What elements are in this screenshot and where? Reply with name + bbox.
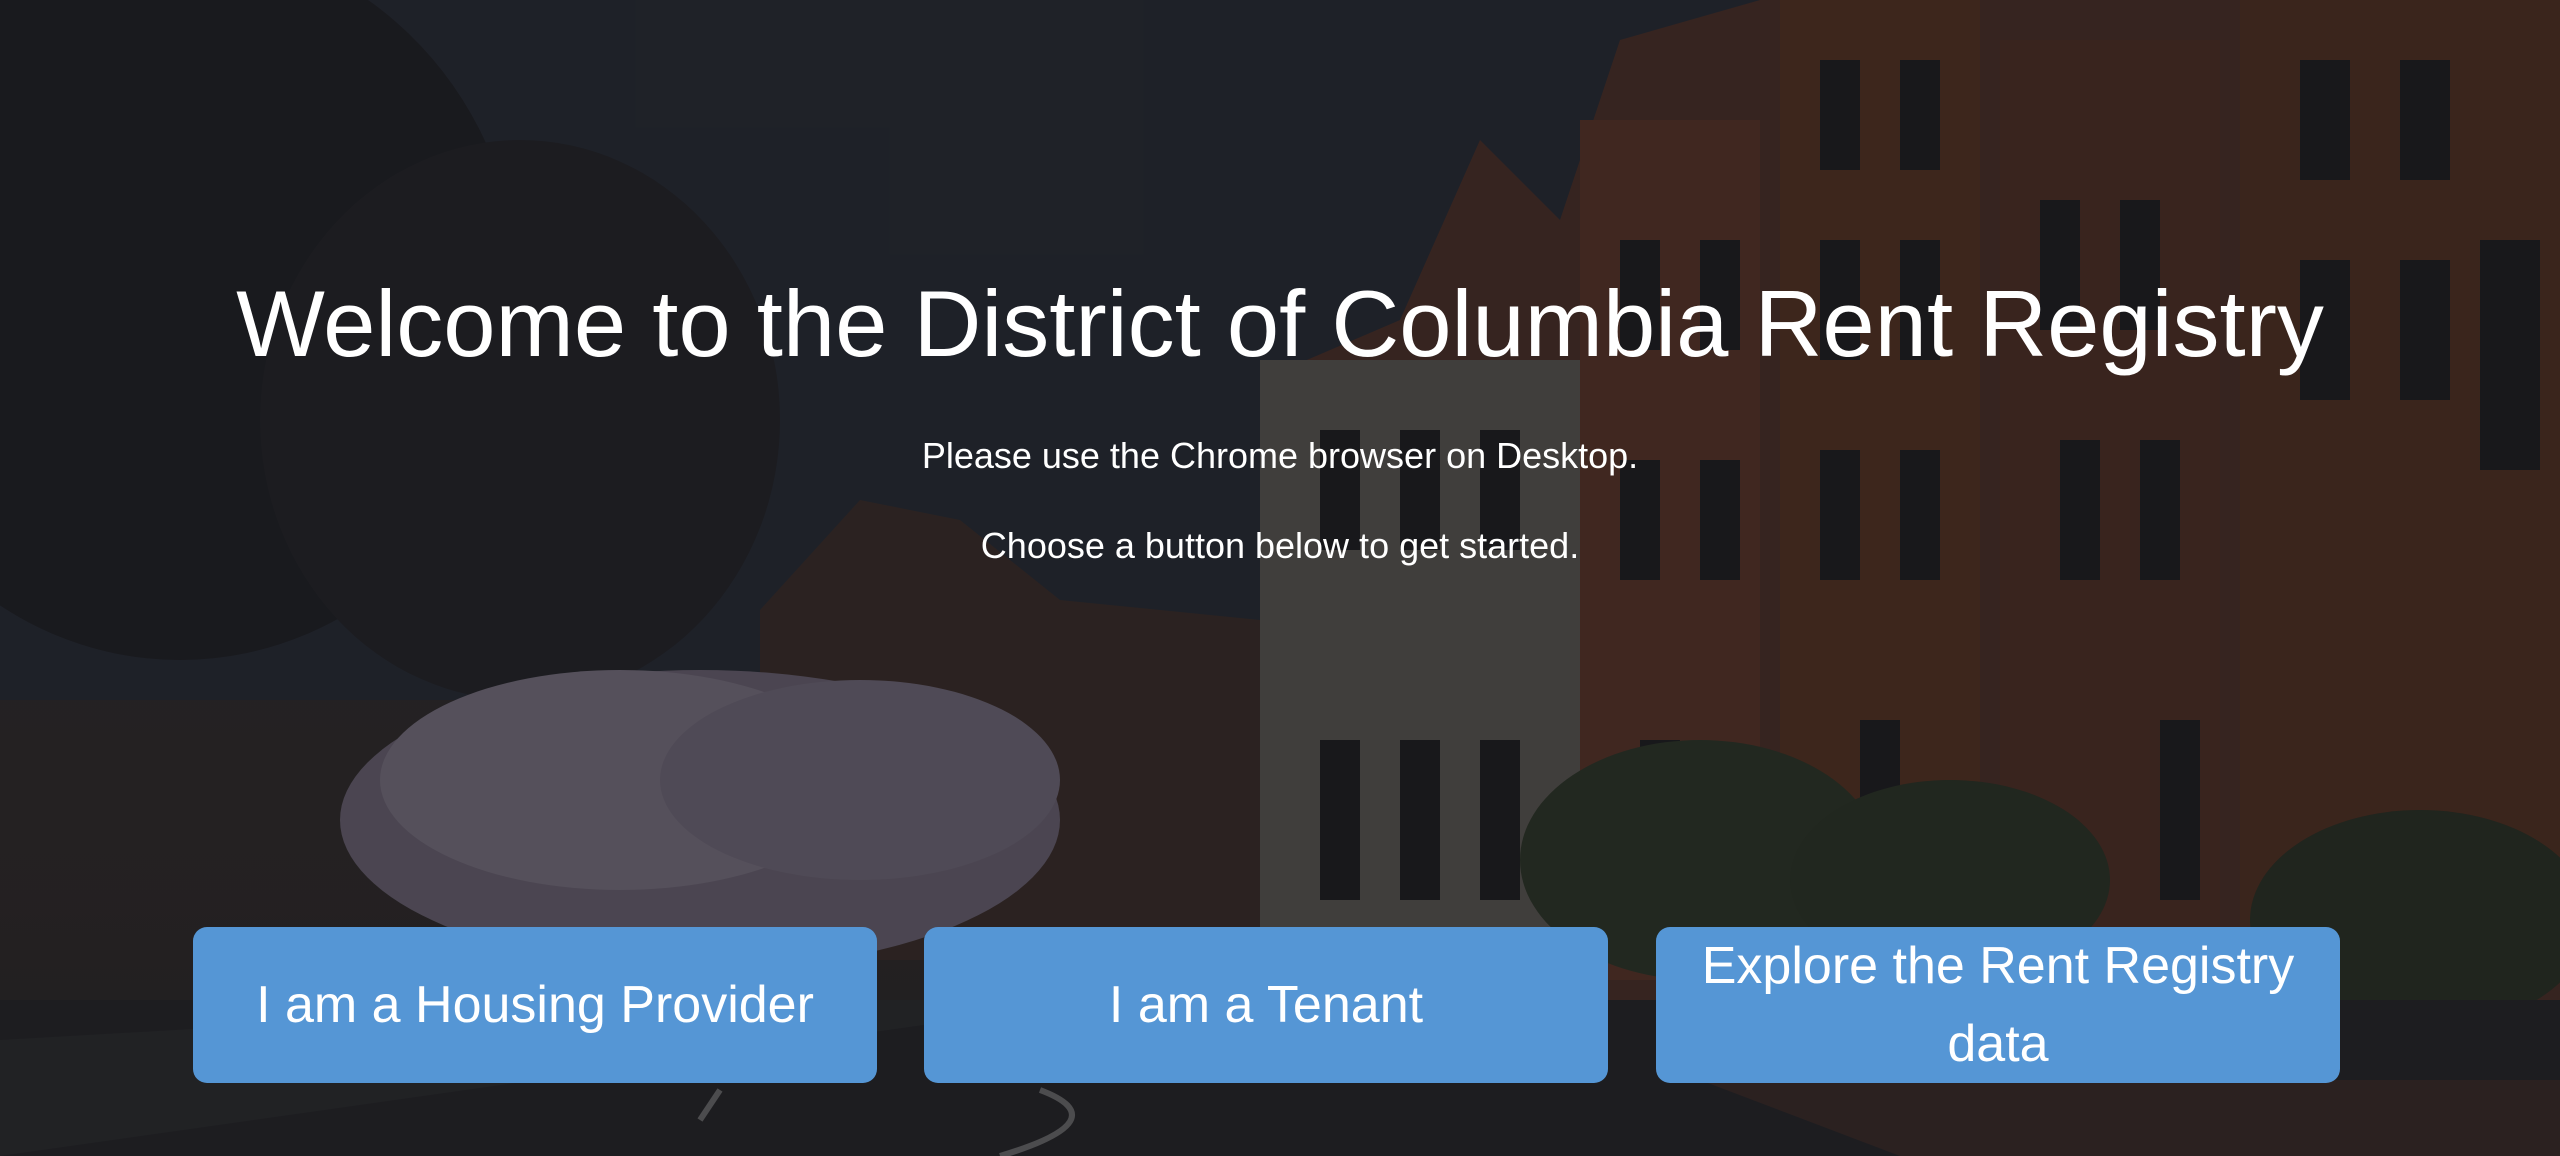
hero-content: Welcome to the District of Columbia Rent… xyxy=(0,0,2560,1156)
tenant-button[interactable]: I am a Tenant xyxy=(924,927,1608,1083)
hero-section: Welcome to the District of Columbia Rent… xyxy=(0,0,2560,1156)
get-started-instruction: Choose a button below to get started. xyxy=(980,525,1580,566)
housing-provider-button[interactable]: I am a Housing Provider xyxy=(193,927,877,1083)
explore-data-button[interactable]: Explore the Rent Registry data xyxy=(1656,927,2340,1083)
browser-notice: Please use the Chrome browser on Desktop… xyxy=(921,435,1639,476)
page-title: Welcome to the District of Columbia Rent… xyxy=(236,271,2324,376)
